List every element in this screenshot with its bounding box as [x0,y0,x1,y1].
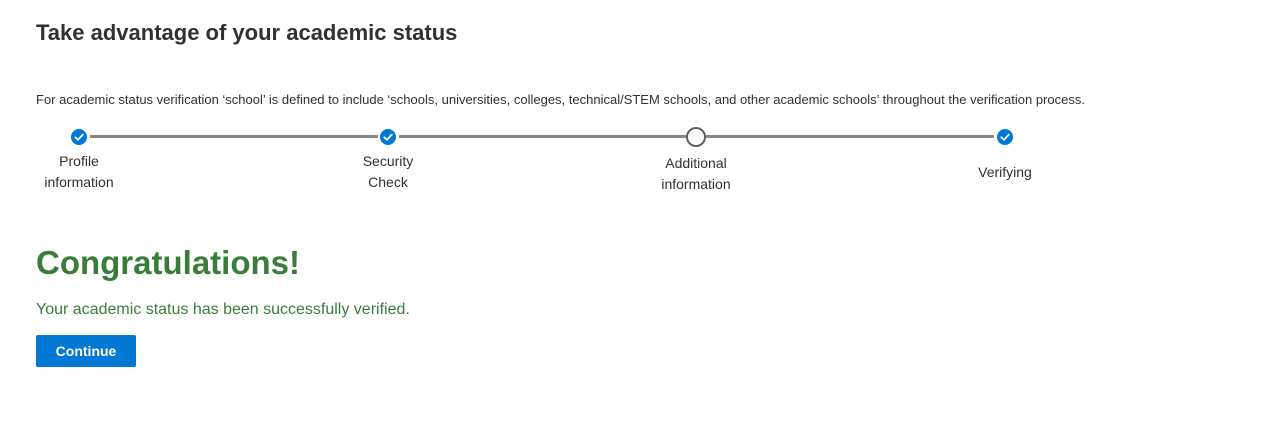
step-verifying-label: Verifying [945,162,1065,183]
step-label-line: Security [362,153,414,169]
step-label-line: Verifying [978,164,1032,180]
congratulations-heading: Congratulations! [36,244,300,281]
step-connector [90,135,378,138]
step-profile-checkmark-icon [71,129,87,145]
step-additional-empty-circle-icon [686,127,706,147]
step-label-line: information [661,176,731,192]
verification-stepper: Profile information Security Check Addit… [0,126,1283,196]
step-label-line: information [44,174,114,190]
step-label-line: Check [368,174,408,190]
step-connector [399,135,687,138]
step-label-line: Additional [665,155,727,171]
continue-button[interactable]: Continue [36,335,136,367]
step-additional-label: Additional information [636,153,756,195]
step-security-checkmark-icon [380,129,396,145]
step-security-label: Security Check [328,151,448,193]
page-title: Take advantage of your academic status [36,20,458,45]
step-connector [706,135,994,138]
verification-success-message: Your academic status has been successful… [36,301,410,318]
step-label-line: Profile [59,153,99,169]
step-profile-label: Profile information [19,151,139,193]
school-definition-text: For academic status verification ‘school… [36,92,1085,107]
step-verifying-checkmark-icon [997,129,1013,145]
